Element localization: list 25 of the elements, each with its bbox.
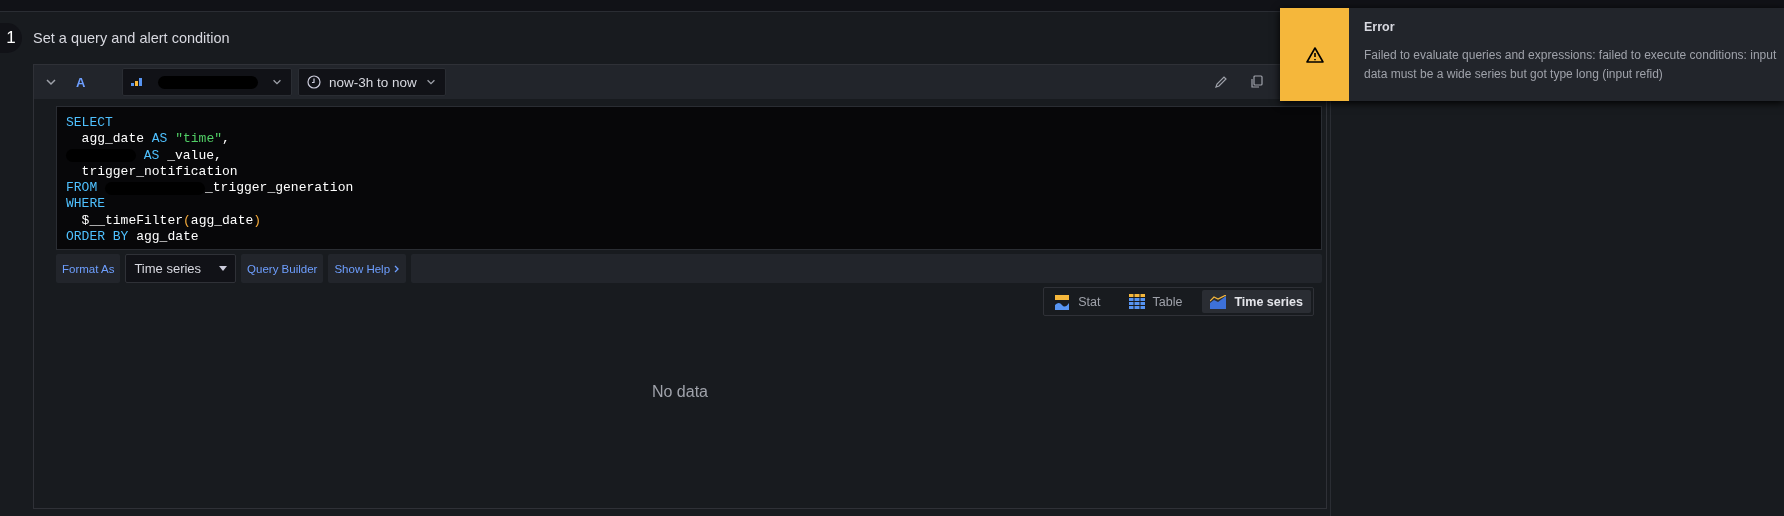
sql-editor[interactable]: SELECT agg_date AS "time", AS _value, trigger_notification FROM _trigger_generation WHERE $__timeFilter(agg_date) ORDER BY agg_date	[56, 106, 1322, 250]
caret-down-icon	[219, 266, 228, 271]
no-data-message: No data	[651, 383, 708, 401]
visualization-tab[interactable]: Stat	[1046, 290, 1109, 313]
bar-chart-icon	[131, 78, 145, 86]
query-ref: A	[75, 74, 87, 90]
format-label: Format As	[56, 254, 121, 283]
clock-icon	[307, 75, 321, 89]
toast-message: Failed to evaluate queries and expressions: failed to execute conditions: input data must be a wide series but got type long (input refid)	[1364, 47, 1778, 83]
line-chart-icon	[1210, 294, 1227, 309]
copy-icon[interactable]	[1250, 75, 1264, 89]
stat-icon	[1054, 293, 1071, 310]
visualization-tab[interactable]: Table	[1120, 290, 1191, 313]
toast-title: Error	[1364, 20, 1396, 34]
edit-icon[interactable]	[1214, 75, 1228, 89]
visualization-tab[interactable]: Time series	[1202, 290, 1311, 313]
time-range-select[interactable]: now-3h to now	[298, 68, 446, 96]
format-select[interactable]: Time series	[125, 254, 237, 283]
show-help-button[interactable]: Show Help	[328, 254, 407, 283]
query-builder-button[interactable]: Query Builder	[241, 254, 324, 283]
chevron-right-icon	[394, 264, 401, 273]
table-icon	[1128, 293, 1145, 310]
step-title: Set a query and alert condition	[33, 30, 230, 46]
step-number: 1	[0, 23, 22, 53]
warning-icon	[1305, 46, 1324, 63]
